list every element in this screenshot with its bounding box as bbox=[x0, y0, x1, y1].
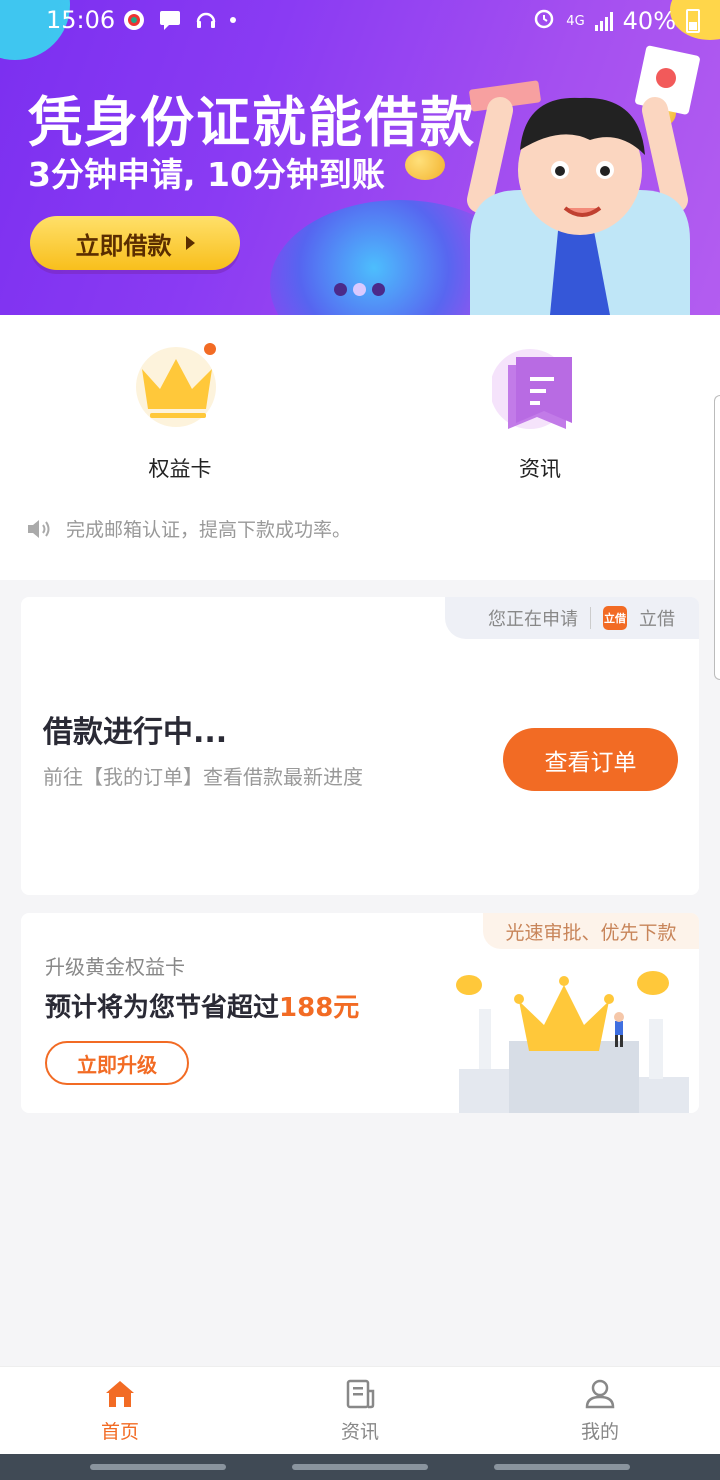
profile-icon bbox=[585, 1379, 615, 1409]
crown-podium-illustration bbox=[456, 971, 689, 1113]
banner-title: 凭身份证就能借款 bbox=[28, 91, 476, 154]
document-icon bbox=[490, 337, 588, 433]
tab-label: 资讯 bbox=[340, 1421, 379, 1443]
borrow-now-label: 立即借款 bbox=[75, 231, 172, 260]
tab-home[interactable]: 首页 bbox=[60, 1377, 180, 1444]
loan-status-subtitle: 前往【我的订单】查看借款最新进度 bbox=[43, 765, 363, 789]
loan-status-card: 您正在申请 立借 立借 借款进行中... 前往【我的订单】查看借款最新进度 查看… bbox=[21, 597, 699, 895]
system-nav-pill[interactable] bbox=[90, 1464, 226, 1470]
loan-status-title: 借款进行中... bbox=[43, 715, 228, 750]
news-icon bbox=[346, 1379, 375, 1409]
headset-icon bbox=[194, 8, 218, 32]
upgrade-card[interactable]: 光速审批、优先下款 升级黄金权益卡 预计将为您节省超过188元 立即升级 bbox=[21, 913, 699, 1113]
saving-text: 预计将为您节省超过188元 bbox=[45, 987, 359, 1024]
banner-subtitle: 3分钟申请, 10分钟到账 bbox=[28, 155, 385, 194]
speaker-icon bbox=[28, 519, 50, 538]
tab-label: 我的 bbox=[580, 1421, 619, 1443]
side-scroll-handle[interactable] bbox=[714, 395, 720, 680]
carousel-dot[interactable] bbox=[334, 283, 347, 296]
carousel-dots[interactable] bbox=[334, 283, 385, 296]
brand-logo-icon: 立借 bbox=[603, 606, 627, 630]
system-nav-bar bbox=[0, 1454, 720, 1480]
battery-icon bbox=[686, 9, 700, 33]
upgrade-title: 升级黄金权益卡 bbox=[45, 955, 185, 979]
applying-text: 您正在申请 bbox=[488, 609, 578, 630]
saving-amount: 188元 bbox=[279, 993, 360, 1023]
saving-prefix: 预计将为您节省超过 bbox=[45, 993, 280, 1023]
tab-label: 首页 bbox=[100, 1421, 139, 1443]
applying-tag: 您正在申请 立借 立借 bbox=[445, 597, 699, 639]
app-notification-icon bbox=[122, 8, 146, 32]
status-bar: 15:06 4G 40% bbox=[0, 0, 720, 44]
quick-entries: 权益卡 资讯 完成邮箱认证，提高下款成功率。 bbox=[0, 315, 720, 580]
upgrade-now-button[interactable]: 立即升级 bbox=[45, 1041, 189, 1085]
crown-icon bbox=[132, 337, 228, 433]
carousel-dot[interactable] bbox=[372, 283, 385, 296]
brand-name: 立借 bbox=[639, 609, 675, 630]
notice-text: 完成邮箱认证，提高下款成功率。 bbox=[66, 519, 352, 541]
system-nav-pill[interactable] bbox=[292, 1464, 428, 1470]
message-icon bbox=[158, 8, 182, 32]
view-order-button[interactable]: 查看订单 bbox=[503, 728, 678, 791]
notice-bar[interactable]: 完成邮箱认证，提高下款成功率。 bbox=[26, 515, 351, 542]
home-icon bbox=[106, 1381, 134, 1407]
fast-approval-tag: 光速审批、优先下款 bbox=[483, 913, 699, 949]
system-nav-pill[interactable] bbox=[494, 1464, 630, 1470]
network-type: 4G bbox=[566, 13, 585, 29]
battery-percent: 40% bbox=[622, 7, 676, 35]
status-time: 15:06 bbox=[46, 6, 116, 34]
tab-news[interactable]: 资讯 bbox=[300, 1377, 420, 1444]
divider bbox=[590, 607, 591, 629]
entry-label: 权益卡 bbox=[148, 457, 212, 481]
promo-banner[interactable]: 15:06 4G 40% 凭身份证就能借款 3分钟申请, 10分钟到账 立即借款 bbox=[0, 0, 720, 315]
person-illustration bbox=[467, 45, 700, 315]
entry-label: 资讯 bbox=[519, 457, 561, 481]
carousel-dot-active[interactable] bbox=[353, 283, 366, 296]
play-arrow-icon bbox=[185, 236, 195, 250]
tab-profile[interactable]: 我的 bbox=[540, 1377, 660, 1444]
signal-icon bbox=[594, 11, 613, 31]
entry-rights-card[interactable]: 权益卡 bbox=[100, 337, 260, 483]
dot-icon bbox=[230, 17, 236, 23]
alarm-icon bbox=[532, 6, 556, 36]
entry-news[interactable]: 资讯 bbox=[460, 337, 620, 483]
bottom-nav: 首页 资讯 我的 bbox=[0, 1366, 720, 1454]
borrow-now-button[interactable]: 立即借款 bbox=[30, 216, 240, 270]
